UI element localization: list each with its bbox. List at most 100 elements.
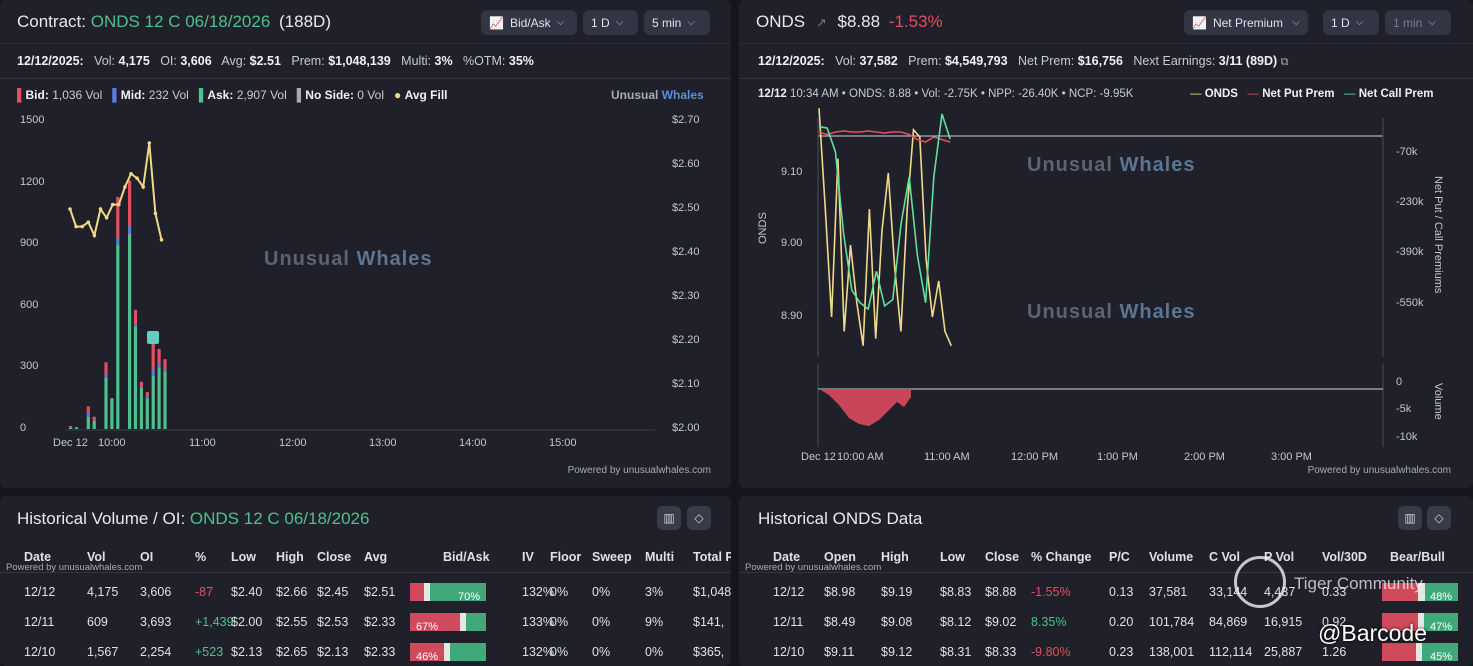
avg-fill-point xyxy=(129,172,133,176)
cell-pc: 0.13 xyxy=(1109,585,1134,599)
column-header[interactable]: Bear/Bull xyxy=(1390,550,1445,564)
column-header[interactable]: Low xyxy=(231,550,256,564)
mid-bar xyxy=(86,412,90,417)
column-header[interactable]: High xyxy=(276,550,304,564)
cell-oi: 3,693 xyxy=(140,615,172,629)
table-row[interactable]: 12/10 1,567 2,254 +523 $2.13 $2.65 $2.13 $2.33 4… xyxy=(0,637,731,666)
column-header[interactable]: % xyxy=(195,550,206,564)
avg-fill-point xyxy=(68,207,72,211)
cell-oi: 2,254 xyxy=(140,645,172,659)
cell-close: $2.13 xyxy=(317,645,349,659)
cell-high: $9.08 xyxy=(881,615,913,629)
ask-bar xyxy=(86,416,90,429)
cell-pct: +523 xyxy=(195,645,224,659)
collapse-icon[interactable]: ◇ xyxy=(687,506,711,530)
collapse-icon[interactable]: ◇ xyxy=(1427,506,1451,530)
contract-chart-panel: Contract: ONDS 12 C 06/18/2026 (188D) 📈 … xyxy=(0,0,731,488)
bid-ask-volume-chart[interactable] xyxy=(0,0,731,488)
cell-cvol: 84,869 xyxy=(1209,615,1248,629)
cell-low: $2.13 xyxy=(231,645,263,659)
column-header[interactable]: % Change xyxy=(1031,550,1091,564)
table-row[interactable]: 12/11 609 3,693 +1,439 $2.00 $2.55 $2.53 $2.33 6… xyxy=(0,607,731,637)
bid-bar xyxy=(74,426,79,428)
cell-oi: 3,606 xyxy=(140,585,172,599)
column-header[interactable]: Multi xyxy=(645,550,674,564)
cell-close: $9.02 xyxy=(985,615,1017,629)
cell-chg: -9.80% xyxy=(1031,645,1071,659)
ask-bar xyxy=(145,398,149,429)
columns-icon[interactable]: ▥ xyxy=(657,506,681,530)
cell-date: 12/11 xyxy=(773,615,804,629)
cell-chg: 8.35% xyxy=(1031,615,1067,629)
bid-bar xyxy=(133,309,138,325)
onds-price-line xyxy=(818,108,953,347)
column-header[interactable]: C Vol xyxy=(1209,550,1240,564)
hist-right-title: Historical ONDS Data xyxy=(758,509,923,528)
cell-low: $2.40 xyxy=(231,585,263,599)
column-header[interactable]: Low xyxy=(940,550,965,564)
cell-open: $8.98 xyxy=(824,585,856,599)
bid-bar xyxy=(128,180,132,226)
mid-bar xyxy=(163,369,167,372)
ask-bar xyxy=(133,326,138,429)
cell-date: 12/12 xyxy=(24,585,56,599)
ask-bar xyxy=(128,233,132,429)
avg-fill-point xyxy=(141,185,145,189)
net-premium-chart[interactable] xyxy=(739,0,1473,488)
bar-label: 45% xyxy=(1429,651,1452,663)
cell-date: 12/10 xyxy=(773,645,805,659)
watermark: Unusual Whales xyxy=(1027,154,1196,176)
cell-avg: $2.51 xyxy=(364,585,396,599)
avg-fill-point xyxy=(92,233,97,238)
cell-vol: 4,175 xyxy=(87,585,119,599)
cell-date: 12/12 xyxy=(773,585,805,599)
cell-close: $2.45 xyxy=(317,585,349,599)
cell-high: $9.19 xyxy=(881,585,913,599)
bar-label: 67% xyxy=(416,621,439,633)
column-header[interactable]: High xyxy=(881,550,909,564)
columns-icon[interactable]: ▥ xyxy=(1398,506,1422,530)
bid-bar xyxy=(86,406,90,413)
cell-sweep: 0% xyxy=(592,585,611,599)
mid-bar xyxy=(133,324,138,327)
cell-v30: 1.26 xyxy=(1322,645,1347,659)
cell-pc: 0.23 xyxy=(1109,645,1134,659)
bid-bar xyxy=(69,425,73,428)
column-header[interactable]: Sweep xyxy=(592,550,632,564)
mid-bar xyxy=(104,374,108,378)
cell-floor: 0% xyxy=(550,645,569,659)
column-header[interactable]: IV xyxy=(522,550,534,564)
trade-flag-marker xyxy=(147,331,159,344)
cell-vol: 609 xyxy=(87,615,108,629)
column-header[interactable]: P/C xyxy=(1109,550,1130,564)
cell-pct: +1,439 xyxy=(195,615,234,629)
cell-low: $8.83 xyxy=(940,585,972,599)
bid-ask-bar: 46% xyxy=(410,643,486,663)
cell-pc: 0.20 xyxy=(1109,615,1134,629)
cell-total: $1,048, xyxy=(693,585,731,599)
ask-bar xyxy=(92,420,96,429)
avg-fill-point xyxy=(135,176,139,180)
cell-close: $8.88 xyxy=(985,585,1017,599)
table-row[interactable]: 12/12 4,175 3,606 -87 $2.40 $2.66 $2.45 $2.51 70… xyxy=(0,577,731,607)
cell-sweep: 0% xyxy=(592,645,611,659)
column-header[interactable]: Bid/Ask xyxy=(443,550,490,564)
column-header[interactable]: Close xyxy=(985,550,1019,564)
tiger-logo-icon xyxy=(1234,556,1286,608)
column-header[interactable]: Close xyxy=(317,550,351,564)
cell-pvol: 16,915 xyxy=(1264,615,1303,629)
cell-high: $9.12 xyxy=(881,645,913,659)
mid-bar xyxy=(145,396,149,399)
ask-bar xyxy=(116,244,120,429)
column-header[interactable]: Floor xyxy=(550,550,581,564)
cell-multi: 9% xyxy=(645,615,664,629)
column-header[interactable]: Volume xyxy=(1149,550,1193,564)
mid-bar xyxy=(151,369,155,376)
column-header[interactable]: Vol/30D xyxy=(1322,550,1367,564)
bid-ask-bar: 70% xyxy=(410,583,486,603)
column-header[interactable]: Total P xyxy=(693,550,731,564)
cell-low: $8.12 xyxy=(940,615,972,629)
avg-fill-point xyxy=(98,207,103,211)
column-header[interactable]: Avg xyxy=(364,550,387,564)
avg-fill-point xyxy=(74,224,78,229)
